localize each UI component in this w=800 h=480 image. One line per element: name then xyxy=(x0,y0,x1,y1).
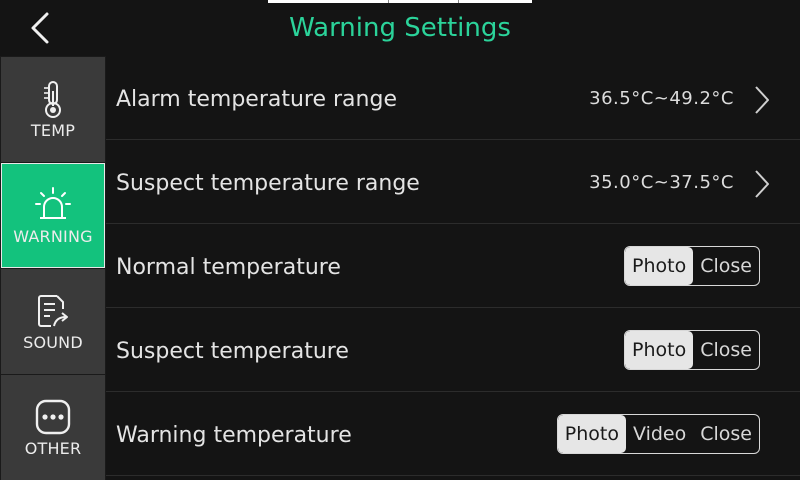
normal-temperature-segmented-control: Photo Close xyxy=(624,246,760,286)
sidebar: TEMP WARNING SOUND OTHER xyxy=(0,56,106,480)
row-label: Suspect temperature xyxy=(116,339,349,364)
sidebar-item-other[interactable]: OTHER xyxy=(1,375,105,480)
suspect-temperature-range-row[interactable]: Suspect temperature range 35.0°C~37.5°C xyxy=(106,140,800,224)
document-share-icon xyxy=(33,291,73,331)
row-label: Suspect temperature range xyxy=(116,171,420,196)
range-value: 36.5°C~49.2°C xyxy=(589,88,734,109)
sidebar-item-sound[interactable]: SOUND xyxy=(1,269,105,374)
option-close[interactable]: Close xyxy=(693,331,759,369)
sidebar-item-label: WARNING xyxy=(13,227,93,246)
suspect-temperature-row: Suspect temperature Photo Close xyxy=(106,308,800,392)
row-label: Normal temperature xyxy=(116,255,341,280)
option-photo[interactable]: Photo xyxy=(557,415,626,453)
chevron-right-icon[interactable] xyxy=(752,168,772,200)
page-title: Warning Settings xyxy=(289,13,511,43)
range-value: 35.0°C~37.5°C xyxy=(589,172,734,193)
row-label: Warning temperature xyxy=(116,423,352,448)
top-status-strip xyxy=(268,0,532,3)
thermometer-icon xyxy=(33,79,73,119)
option-close[interactable]: Close xyxy=(693,415,759,453)
warning-temperature-segmented-control: Photo Video Close xyxy=(556,414,760,454)
sidebar-item-label: TEMP xyxy=(30,121,76,140)
sidebar-item-label: OTHER xyxy=(24,439,82,458)
sidebar-item-temp[interactable]: TEMP xyxy=(1,57,105,162)
sidebar-item-warning[interactable]: WARNING xyxy=(1,163,105,268)
option-close[interactable]: Close xyxy=(693,247,759,285)
alarm-temperature-range-row[interactable]: Alarm temperature range 36.5°C~49.2°C xyxy=(106,56,800,140)
back-button[interactable] xyxy=(22,10,58,46)
alarm-light-icon xyxy=(33,185,73,225)
option-video[interactable]: Video xyxy=(626,415,693,453)
normal-temperature-row: Normal temperature Photo Close xyxy=(106,224,800,308)
chevron-left-icon xyxy=(31,12,49,44)
more-dots-icon xyxy=(33,397,73,437)
row-label: Alarm temperature range xyxy=(116,87,397,112)
header-bar: Warning Settings xyxy=(0,0,800,56)
option-photo[interactable]: Photo xyxy=(625,247,694,285)
sidebar-item-label: SOUND xyxy=(23,333,83,352)
settings-list: Alarm temperature range 36.5°C~49.2°C Su… xyxy=(106,56,800,480)
warning-temperature-row: Warning temperature Photo Video Close xyxy=(106,392,800,476)
option-photo[interactable]: Photo xyxy=(625,331,694,369)
chevron-right-icon[interactable] xyxy=(752,84,772,116)
suspect-temperature-segmented-control: Photo Close xyxy=(624,330,760,370)
